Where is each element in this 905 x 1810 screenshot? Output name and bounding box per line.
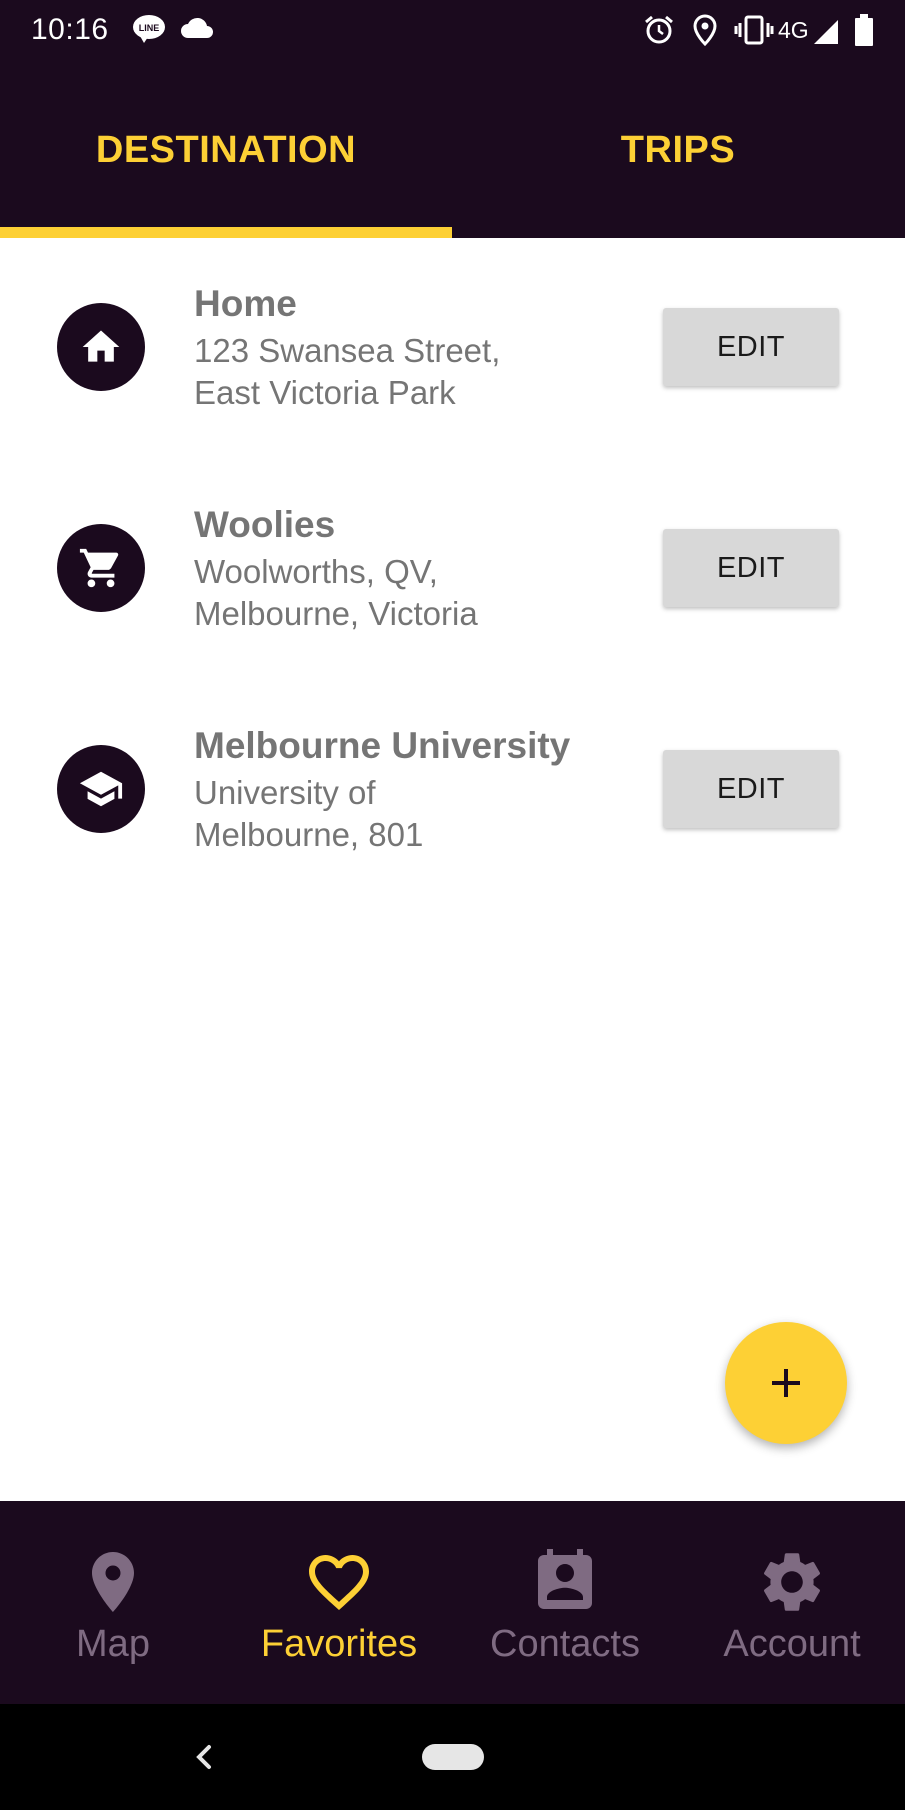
address-line-1: 123 Swansea Street, (194, 332, 501, 369)
signal-icon (814, 20, 838, 44)
school-avatar (57, 745, 145, 833)
graduation-cap-icon (79, 771, 123, 807)
line-icon: LINE (133, 15, 165, 43)
nav-label: Account (723, 1623, 861, 1665)
svg-text:LINE: LINE (139, 23, 160, 33)
address-line-1: Woolworths, QV, (194, 553, 438, 590)
back-icon[interactable] (180, 1732, 230, 1782)
destination-text: Woolies Woolworths, QV, Melbourne, Victo… (194, 503, 624, 635)
cart-icon (79, 548, 119, 588)
address-line-2: East Victoria Park (194, 374, 456, 411)
cart-avatar (57, 524, 145, 612)
destination-name: Melbourne University (194, 725, 571, 766)
list-item[interactable]: Woolies Woolworths, QV, Melbourne, Victo… (0, 459, 905, 680)
status-bar: 10:16 LINE 4G (0, 0, 905, 62)
nav-label: Favorites (260, 1623, 418, 1665)
tab-bar: DESTINATION TRIPS (0, 62, 905, 238)
heart-icon (309, 1555, 369, 1611)
alarm-icon (645, 15, 673, 44)
edit-button[interactable]: EDIT (663, 750, 839, 828)
contact-card-icon (538, 1549, 592, 1609)
edit-button[interactable]: EDIT (663, 529, 839, 607)
edit-button[interactable]: EDIT (663, 308, 839, 386)
nav-item-map[interactable]: Map (0, 1501, 226, 1704)
tab-trips[interactable]: TRIPS (452, 62, 904, 238)
home-avatar (57, 303, 145, 391)
add-destination-button[interactable] (725, 1322, 847, 1444)
nav-label: Map (76, 1623, 150, 1665)
gear-icon (763, 1553, 821, 1611)
destination-list: Home 123 Swansea Street, East Victoria P… (0, 238, 905, 901)
destination-text: Melbourne University University of Melbo… (194, 724, 624, 856)
network-label: 4G (778, 17, 809, 43)
destination-name: Woolies (194, 504, 336, 545)
bottom-navigation: Map Favorites Contacts Account (0, 1501, 905, 1704)
nav-item-contacts[interactable]: Contacts (452, 1501, 678, 1704)
address-line-2: Melbourne, 801 (194, 816, 424, 853)
destination-name: Home (194, 283, 297, 324)
tab-destination[interactable]: DESTINATION (0, 62, 452, 238)
location-icon (693, 14, 717, 46)
destination-address: Woolworths, QV, Melbourne, Victoria (194, 551, 624, 635)
destination-address: 123 Swansea Street, East Victoria Park (194, 330, 624, 414)
destination-text: Home 123 Swansea Street, East Victoria P… (194, 282, 624, 414)
battery-icon (855, 14, 873, 46)
status-time: 10:16 (31, 13, 109, 46)
vibrate-icon (734, 15, 774, 45)
nav-label: Contacts (490, 1623, 640, 1665)
cloud-icon (181, 17, 213, 38)
plus-icon (772, 1369, 800, 1397)
list-item[interactable]: Melbourne University University of Melbo… (0, 680, 905, 901)
address-line-1: University of (194, 774, 376, 811)
nav-item-account[interactable]: Account (679, 1501, 905, 1704)
home-icon (82, 330, 120, 362)
address-line-2: Melbourne, Victoria (194, 595, 478, 632)
list-item[interactable]: Home 123 Swansea Street, East Victoria P… (0, 238, 905, 459)
home-pill-button[interactable] (422, 1744, 484, 1770)
map-pin-icon (92, 1552, 134, 1612)
nav-item-favorites[interactable]: Favorites (226, 1501, 452, 1704)
destination-address: University of Melbourne, 801 (194, 772, 624, 856)
active-tab-indicator (0, 227, 452, 238)
